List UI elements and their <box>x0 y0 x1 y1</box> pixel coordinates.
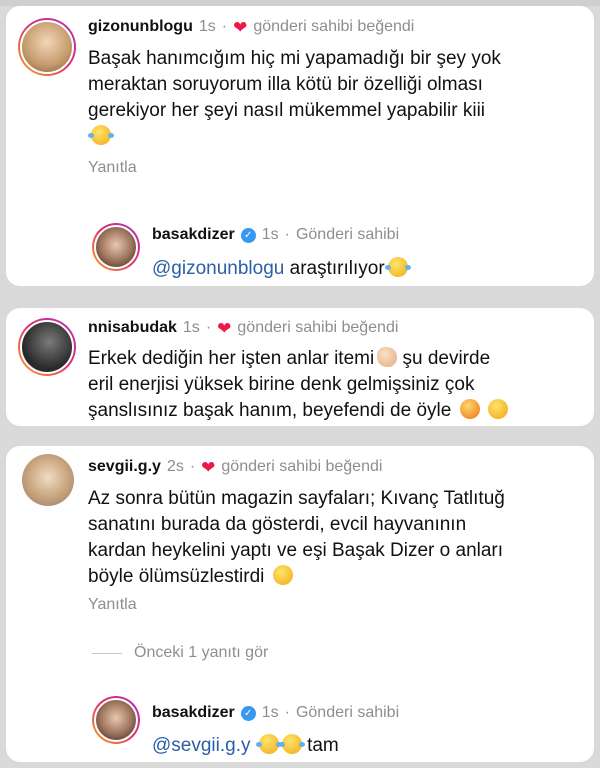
mention-link[interactable]: @gizonunblogu <box>152 258 284 279</box>
reply-button[interactable]: Yanıtla <box>88 159 137 177</box>
avatar[interactable] <box>92 223 140 271</box>
comment-line: Başak hanımcığım hiç mi yapamadığı bir ş… <box>88 48 501 69</box>
view-replies-label[interactable]: Önceki 1 yanıtı gör <box>134 644 268 662</box>
comment-line: sanatını burada da gösterdi, evcil hayva… <box>88 514 467 535</box>
comment-line: meraktan soruyorum illa kötü bir özelliğ… <box>88 74 483 95</box>
red-heart-icon: ❤ <box>201 457 216 477</box>
comment-card-1: gizonunblogu 1s · ❤ gönderi sahibi beğen… <box>6 6 594 286</box>
divider-line <box>92 652 122 654</box>
separator: · <box>221 18 228 35</box>
liked-by-owner-text: gönderi sahibi beğendi <box>237 319 399 336</box>
timestamp: 1s <box>261 226 279 243</box>
comment-text: Başak hanımcığım hiç mi yapamadığı bir ş… <box>88 46 501 150</box>
separator: · <box>284 226 290 243</box>
laughing-tears-emoji-icon <box>88 125 114 145</box>
mention-link[interactable]: @sevgii.g.y <box>152 735 251 756</box>
comment-meta: nnisabudak 1s · ❤ gönderi sahibi beğendi <box>88 319 398 337</box>
comment-line: eril enerjisi yüksek birine denk gelmişs… <box>88 374 475 395</box>
avatar[interactable] <box>18 318 76 376</box>
username[interactable]: basakdizer <box>152 704 235 722</box>
username[interactable]: sevgii.g.y <box>88 458 161 476</box>
timestamp: 1s <box>198 18 216 35</box>
reply-body: araştırılıyor <box>289 258 385 279</box>
timestamp: 1s <box>261 704 279 721</box>
timestamp: 2s <box>166 458 184 475</box>
verified-badge-icon: ✓ <box>240 227 256 243</box>
comment-card-3: sevgii.g.y 2s · ❤ gönderi sahibi beğendi… <box>6 446 594 762</box>
avatar[interactable] <box>18 18 76 76</box>
reply-text: @sevgii.g.y tam <box>152 733 339 759</box>
reply-meta: basakdizer ✓ 1s · Gönderi sahibi <box>152 226 399 244</box>
owner-label: Gönderi sahibi <box>295 226 400 243</box>
red-heart-icon: ❤ <box>233 17 248 37</box>
liked-by-owner-text: gönderi sahibi beğendi <box>253 18 415 35</box>
reply-text: @gizonunblogu araştırılıyor <box>152 256 411 282</box>
comment-line: Az sonra bütün magazin sayfaları; Kıvanç… <box>88 488 505 509</box>
view-replies-button[interactable]: Önceki 1 yanıtı gör <box>92 644 268 662</box>
avatar[interactable] <box>92 696 140 744</box>
smiling-face-emoji-icon <box>487 399 508 419</box>
verified-badge-icon: ✓ <box>240 705 256 721</box>
comment-line: şanslısınız başak hanım, beyefendi de öy… <box>88 400 452 421</box>
username[interactable]: basakdizer <box>152 226 235 244</box>
avatar[interactable] <box>22 454 74 506</box>
timestamp: 1s <box>182 319 200 336</box>
owner-label: Gönderi sahibi <box>295 704 400 721</box>
comment-line: Erkek dediğin her işten anlar itemi <box>88 348 375 369</box>
comment-line: kardan heykelini yaptı ve eşi Başak Dize… <box>88 540 504 561</box>
reply-body: tam <box>307 735 339 756</box>
liked-by-owner-text: gönderi sahibi beğendi <box>221 458 383 475</box>
comment-text: Erkek dediğin her işten anlar itemi şu d… <box>88 346 508 424</box>
clapping-hands-emoji-icon <box>377 347 398 367</box>
comment-line: gerekiyor her şeyi nasıl mükemmel yapabi… <box>88 100 486 121</box>
comment-meta: gizonunblogu 1s · ❤ gönderi sahibi beğen… <box>88 18 414 36</box>
red-heart-icon: ❤ <box>217 318 232 338</box>
reply-button[interactable]: Yanıtla <box>88 596 137 614</box>
comment-meta: sevgii.g.y 2s · ❤ gönderi sahibi beğendi <box>88 458 382 476</box>
separator: · <box>284 704 290 721</box>
separator: · <box>205 319 212 336</box>
reply-meta: basakdizer ✓ 1s · Gönderi sahibi <box>152 704 399 722</box>
username[interactable]: gizonunblogu <box>88 18 193 36</box>
laughing-tears-emoji-icon <box>255 734 282 754</box>
comment-text: Az sonra bütün magazin sayfaları; Kıvanç… <box>88 486 505 590</box>
smirking-face-emoji-icon <box>272 565 293 585</box>
smiling-face-with-hearts-emoji-icon <box>459 399 480 419</box>
comment-line: şu devirde <box>402 348 491 369</box>
comment-card-2: nnisabudak 1s · ❤ gönderi sahibi beğendi… <box>6 308 594 426</box>
separator: · <box>189 458 196 475</box>
laughing-tears-emoji-icon <box>278 734 305 754</box>
comment-line: böyle ölümsüzlestirdi <box>88 566 265 587</box>
username[interactable]: nnisabudak <box>88 319 177 337</box>
laughing-tears-emoji-icon <box>384 257 411 277</box>
